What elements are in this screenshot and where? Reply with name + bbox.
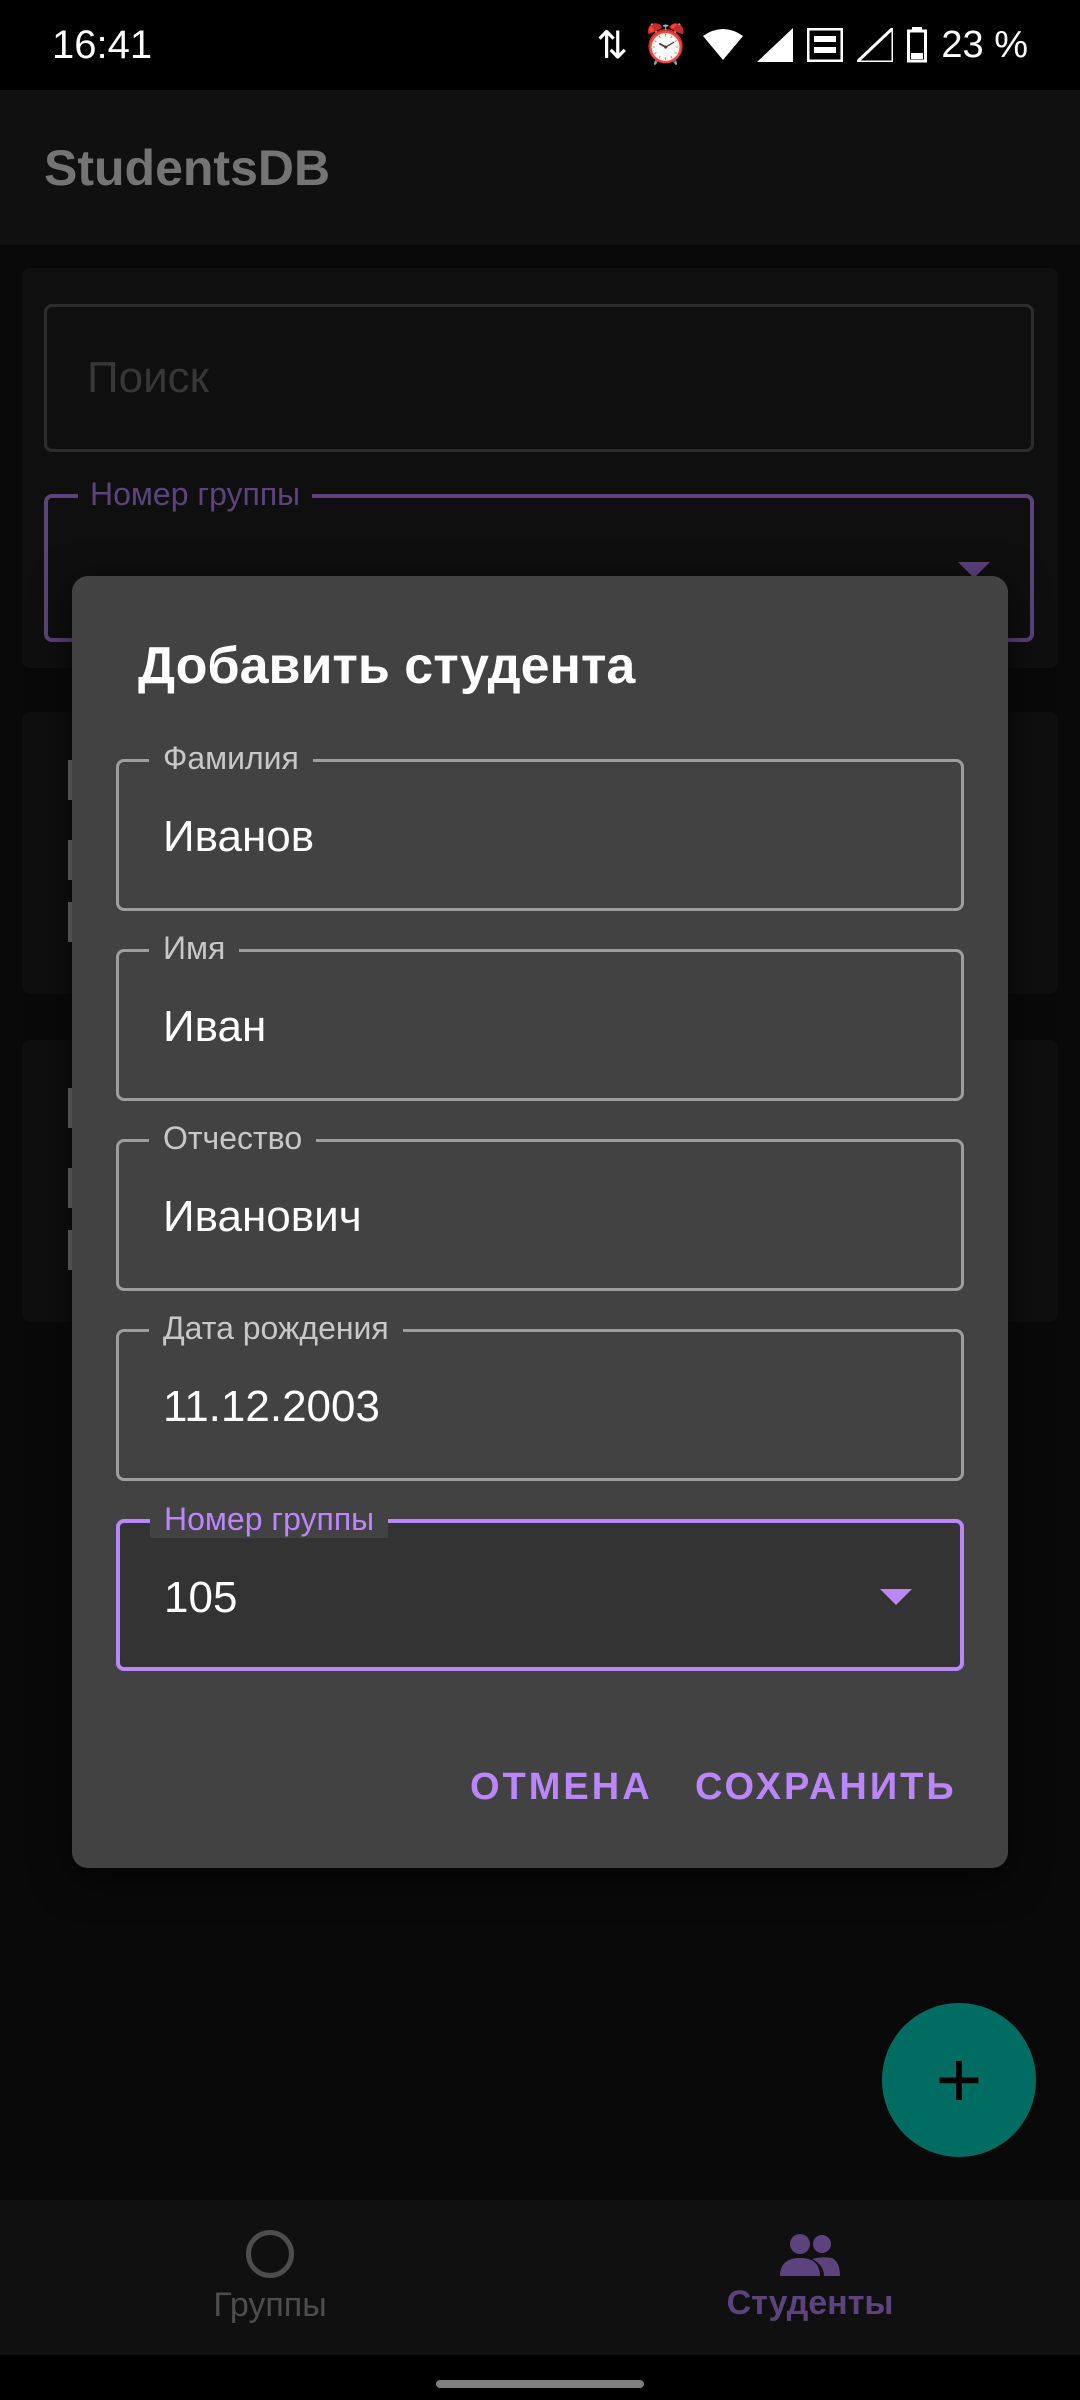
- birthdate-field[interactable]: Дата рождения 11.12.2003: [116, 1310, 964, 1481]
- status-time: 16:41: [52, 22, 153, 67]
- group-select[interactable]: Номер группы 105: [116, 1501, 964, 1671]
- group-select-label: Номер группы: [150, 1501, 389, 1538]
- data-arrows-icon: ⇅: [596, 24, 629, 67]
- battery-percent: 23 %: [941, 23, 1028, 66]
- alarm-icon: ⏰: [642, 24, 690, 66]
- birthdate-value: 11.12.2003: [163, 1382, 380, 1431]
- status-bar: 16:41 ⇅ ⏰ 23 %: [0, 0, 1080, 90]
- signal-icon-2: [857, 28, 894, 62]
- birthdate-label: Дата рождения: [149, 1310, 403, 1347]
- surname-value: Иванов: [163, 812, 315, 861]
- name-label: Имя: [149, 930, 240, 967]
- status-icons: ⇅ ⏰ 23 %: [596, 23, 1028, 68]
- surname-label: Фамилия: [149, 740, 313, 777]
- name-value: Иван: [163, 1002, 267, 1051]
- cancel-button[interactable]: ОТМЕНА: [470, 1766, 653, 1809]
- patronymic-field[interactable]: Отчество Иванович: [116, 1120, 964, 1291]
- battery-icon: [907, 27, 928, 63]
- wifi-icon: [703, 29, 744, 60]
- add-student-dialog: Добавить студента Фамилия Иванов Имя Ива…: [72, 576, 1008, 1868]
- surname-field[interactable]: Фамилия Иванов: [116, 740, 964, 911]
- patronymic-value: Иванович: [163, 1192, 362, 1241]
- patronymic-label: Отчество: [149, 1120, 317, 1157]
- signal-icon: [757, 28, 794, 62]
- name-field[interactable]: Имя Иван: [116, 930, 964, 1101]
- dropdown-arrow-icon[interactable]: [880, 1589, 912, 1605]
- volte-icon: [807, 28, 844, 62]
- dialog-title: Добавить студента: [138, 637, 636, 695]
- group-select-value: 105: [164, 1573, 238, 1622]
- save-button[interactable]: СОХРАНИТЬ: [695, 1766, 957, 1809]
